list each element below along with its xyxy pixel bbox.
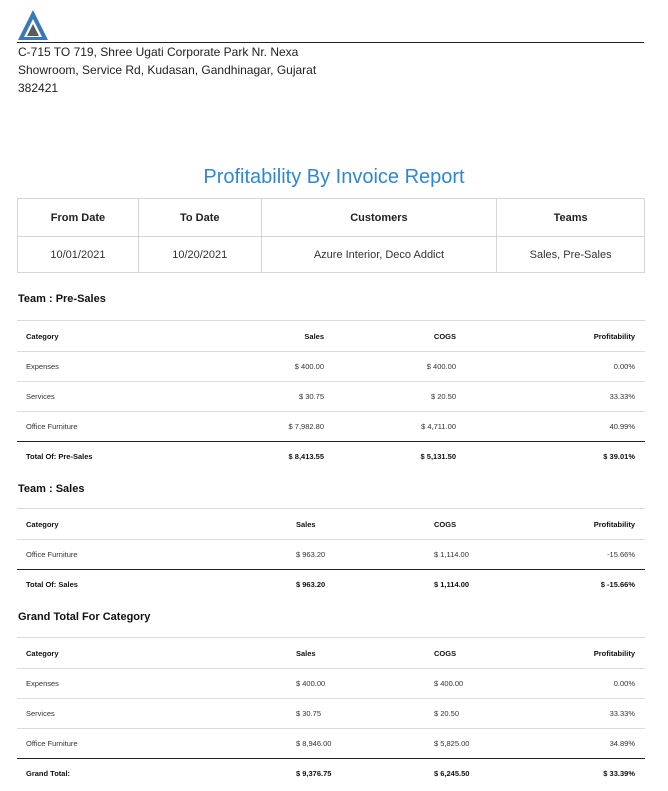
sales-table: Category Sales COGS Profitability Office…	[17, 508, 645, 599]
teams-header: Teams	[496, 198, 645, 237]
total-label: Total Of: Pre-Sales	[17, 441, 202, 471]
customers-value: Azure Interior, Deco Addict	[260, 236, 498, 273]
from-date-value: 10/01/2021	[17, 236, 139, 273]
profitability-cell: 40.99%	[466, 411, 645, 442]
table-header-row: Category Sales COGS Profitability	[17, 637, 645, 669]
cogs-cell: $ 1,114.00	[425, 539, 494, 570]
filter-summary-table: From Date To Date Customers Teams 10/01/…	[17, 198, 645, 273]
filter-value-row: 10/01/2021 10/20/2021 Azure Interior, De…	[17, 236, 645, 273]
filter-header-row: From Date To Date Customers Teams	[17, 198, 645, 237]
sales-cell: $ 30.75	[287, 698, 425, 729]
address-line: C-715 TO 719, Shree Ugati Corporate Park…	[18, 45, 299, 59]
from-date-header: From Date	[17, 198, 139, 237]
category-header: Category	[17, 637, 287, 669]
category-cell: Office Furniture	[17, 728, 287, 759]
profitability-header: Profitability	[494, 637, 645, 669]
total-label: Total Of: Sales	[17, 569, 287, 599]
section-title-grand-total: Grand Total For Category	[18, 611, 151, 623]
profitability-cell: -15.66%	[494, 539, 645, 570]
total-row: Total Of: Sales $ 963.20 $ 1,114.00 $ -1…	[17, 569, 645, 599]
total-cogs: $ 5,131.50	[334, 441, 466, 471]
total-sales: $ 9,376.75	[287, 758, 425, 788]
category-cell: Office Furniture	[17, 539, 287, 570]
profitability-cell: 33.33%	[494, 698, 645, 729]
address-line: Showroom, Service Rd, Kudasan, Gandhinag…	[18, 63, 317, 77]
address-line: 382421	[18, 81, 59, 95]
total-profitability: $ 39.01%	[466, 441, 645, 471]
profitability-header: Profitability	[494, 508, 645, 540]
profitability-cell: 0.00%	[494, 668, 645, 699]
category-cell: Expenses	[17, 668, 287, 699]
total-profitability: $ -15.66%	[494, 569, 645, 599]
cogs-cell: $ 4,711.00	[334, 411, 466, 442]
table-row: Office Furniture $ 963.20 $ 1,114.00 -15…	[17, 539, 645, 570]
table-row: Office Furniture $ 7,982.80 $ 4,711.00 4…	[17, 411, 645, 442]
total-row: Grand Total: $ 9,376.75 $ 6,245.50 $ 33.…	[17, 758, 645, 788]
cogs-cell: $ 20.50	[334, 381, 466, 412]
cogs-cell: $ 5,825.00	[425, 728, 494, 759]
table-row: Expenses $ 400.00 $ 400.00 0.00%	[17, 351, 645, 382]
cogs-header: COGS	[425, 637, 494, 669]
total-cogs: $ 1,114.00	[425, 569, 494, 599]
sales-header: Sales	[287, 637, 425, 669]
cogs-cell: $ 400.00	[425, 668, 494, 699]
total-profitability: $ 33.39%	[494, 758, 645, 788]
category-cell: Services	[17, 698, 287, 729]
total-cogs: $ 6,245.50	[425, 758, 494, 788]
sales-header: Sales	[202, 320, 334, 352]
category-cell: Services	[17, 381, 202, 412]
table-row: Office Furniture $ 8,946.00 $ 5,825.00 3…	[17, 728, 645, 759]
total-sales: $ 963.20	[287, 569, 425, 599]
profitability-header: Profitability	[466, 320, 645, 352]
profitability-cell: 34.89%	[494, 728, 645, 759]
total-sales: $ 8,413.55	[202, 441, 334, 471]
table-row: Expenses $ 400.00 $ 400.00 0.00%	[17, 668, 645, 699]
report-title: Profitability By Invoice Report	[203, 166, 465, 188]
section-title-sales: Team : Sales	[18, 483, 85, 495]
category-header: Category	[17, 508, 287, 540]
pre-sales-table: Category Sales COGS Profitability Expens…	[17, 320, 645, 471]
cogs-cell: $ 400.00	[334, 351, 466, 382]
table-header-row: Category Sales COGS Profitability	[17, 320, 645, 352]
customers-header: Customers	[260, 198, 498, 237]
table-row: Services $ 30.75 $ 20.50 33.33%	[17, 698, 645, 729]
to-date-header: To Date	[137, 198, 262, 237]
total-label: Grand Total:	[17, 758, 287, 788]
category-cell: Office Furniture	[17, 411, 202, 442]
company-logo-icon	[18, 10, 48, 40]
cogs-header: COGS	[334, 320, 466, 352]
company-address: C-715 TO 719, Shree Ugati Corporate Park…	[18, 43, 318, 97]
teams-value: Sales, Pre-Sales	[496, 236, 645, 273]
profitability-cell: 0.00%	[466, 351, 645, 382]
grand-total-table: Category Sales COGS Profitability Expens…	[17, 637, 645, 788]
profitability-cell: 33.33%	[466, 381, 645, 412]
cogs-cell: $ 20.50	[425, 698, 494, 729]
sales-header: Sales	[287, 508, 425, 540]
cogs-header: COGS	[425, 508, 494, 540]
total-row: Total Of: Pre-Sales $ 8,413.55 $ 5,131.5…	[17, 441, 645, 471]
table-header-row: Category Sales COGS Profitability	[17, 508, 645, 540]
sales-cell: $ 400.00	[287, 668, 425, 699]
section-title-pre-sales: Team : Pre-Sales	[18, 293, 106, 305]
category-cell: Expenses	[17, 351, 202, 382]
category-header: Category	[17, 320, 202, 352]
sales-cell: $ 8,946.00	[287, 728, 425, 759]
sales-cell: $ 963.20	[287, 539, 425, 570]
sales-cell: $ 7,982.80	[202, 411, 334, 442]
sales-cell: $ 400.00	[202, 351, 334, 382]
to-date-value: 10/20/2021	[137, 236, 262, 273]
sales-cell: $ 30.75	[202, 381, 334, 412]
table-row: Services $ 30.75 $ 20.50 33.33%	[17, 381, 645, 412]
